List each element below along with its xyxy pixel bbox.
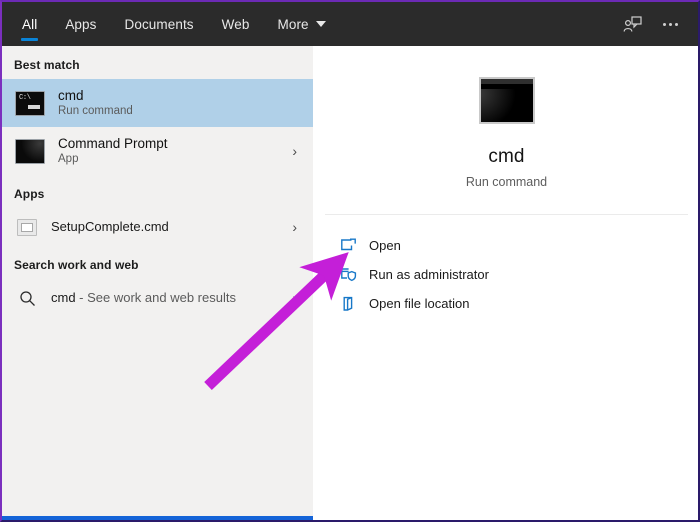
result-item-setupcomplete[interactable]: SetupComplete.cmd › [2,208,313,246]
search-icon [14,285,40,311]
result-item-web-search-line: cmd - See work and web results [51,289,236,307]
chevron-right-icon[interactable]: › [292,290,303,306]
preview-subtitle: Run command [465,175,548,189]
ellipsis-dots [662,22,678,26]
results-pane: Best match cmd Run command Command Promp… [2,46,313,520]
section-header-search-work-and-web: Search work and web [14,258,139,272]
tab-apps[interactable]: Apps [51,2,110,46]
result-item-cmd[interactable]: cmd Run command [2,79,313,127]
tab-web[interactable]: Web [208,2,264,46]
chevron-right-icon[interactable]: › [292,143,303,159]
result-item-setupcomplete-text: SetupComplete.cmd [51,218,169,235]
result-item-command-prompt-title: Command Prompt [58,135,168,151]
preview-action-list: Open Run as administrator Open file loca… [315,215,698,318]
result-item-cmd-title: cmd [58,87,84,103]
feedback-person-icon[interactable] [616,9,648,39]
search-filter-tabs: All Apps Documents Web More [8,2,340,46]
script-file-icon [14,214,40,240]
open-window-icon [340,238,362,253]
shield-window-icon [340,267,362,282]
tab-documents-label: Documents [124,16,194,32]
tab-more-label: More [277,16,309,32]
section-header-apps: Apps [14,187,45,201]
result-item-web-search-text: cmd - See work and web results [51,289,236,307]
preview-title: cmd [488,146,525,167]
console-icon [14,135,46,167]
ellipsis-icon[interactable] [654,9,686,39]
search-content: Best match cmd Run command Command Promp… [2,46,698,520]
action-open[interactable]: Open [315,231,698,260]
action-open-file-location[interactable]: Open file location [315,289,698,318]
result-item-cmd-subtitle: Run command [58,105,133,118]
console-icon-large [478,77,535,124]
folder-page-icon [340,296,362,312]
result-item-command-prompt[interactable]: Command Prompt App › [2,127,313,175]
tab-apps-label: Apps [65,16,97,32]
preview-hero: cmd Run command [315,46,698,214]
header-actions [616,9,698,39]
pane-accent-bar [2,516,313,520]
chevron-right-icon[interactable]: › [292,219,303,235]
result-item-cmd-text: cmd Run command [58,88,133,119]
action-open-label: Open [369,238,401,253]
result-item-web-search-query: cmd [51,289,76,305]
console-icon [14,87,46,119]
tab-all[interactable]: All [8,2,51,46]
action-open-file-location-label: Open file location [369,296,470,311]
action-run-as-administrator[interactable]: Run as administrator [315,260,698,289]
tab-web-label: Web [221,16,250,32]
preview-pane: cmd Run command Open Run as administrato… [315,46,698,520]
chevron-down-icon [315,21,326,27]
tab-all-label: All [22,16,38,32]
section-header-best-match: Best match [14,58,80,72]
result-item-web-search[interactable]: cmd - See work and web results › [2,279,313,317]
windows-search-window: All Apps Documents Web More Best match C… [0,0,700,522]
result-item-command-prompt-text: Command Prompt App [58,136,168,167]
result-item-command-prompt-subtitle: App [58,153,79,166]
tab-more[interactable]: More [264,2,340,46]
tab-documents[interactable]: Documents [110,2,207,46]
action-run-as-administrator-label: Run as administrator [369,267,489,282]
search-header-bar: All Apps Documents Web More [2,2,698,46]
result-item-web-search-suffix: - See work and web results [75,289,236,305]
result-item-setupcomplete-title: SetupComplete.cmd [51,218,169,234]
